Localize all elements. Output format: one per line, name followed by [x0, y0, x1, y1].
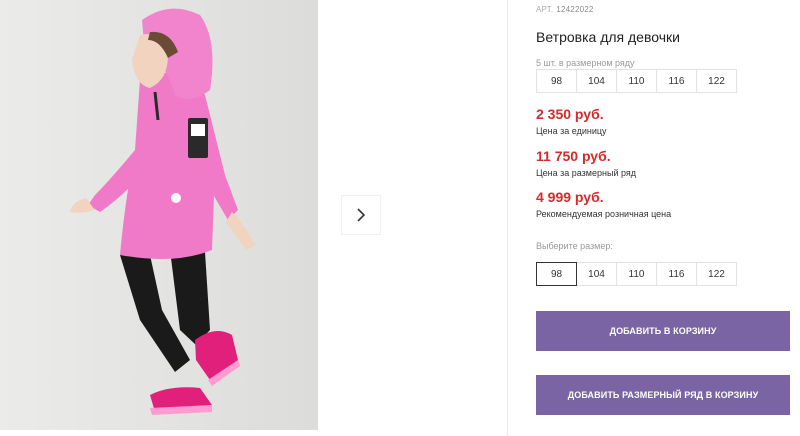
sku-label: АРТ. [536, 5, 554, 14]
add-size-row-to-cart-button[interactable]: ДОБАВИТЬ РАЗМЕРНЫЙ РЯД В КОРЗИНУ [536, 375, 790, 415]
size-row-price: 11 750 руб. [536, 148, 611, 164]
size-row-item: 98 [536, 69, 577, 93]
size-option-116[interactable]: 116 [656, 262, 697, 286]
size-row-item: 122 [696, 69, 737, 93]
size-row-item: 104 [576, 69, 617, 93]
size-option-110[interactable]: 110 [616, 262, 657, 286]
product-photo[interactable] [0, 0, 318, 430]
product-title: Ветровка для девочки [536, 29, 680, 45]
size-row-item: 116 [656, 69, 697, 93]
unit-price: 2 350 руб. [536, 106, 604, 122]
size-row-price-label: Цена за размерный ряд [536, 168, 637, 178]
choose-size-label: Выберите размер: [536, 241, 613, 251]
sku: АРТ. 12422022 [536, 5, 594, 14]
chevron-right-icon [357, 208, 366, 222]
size-option-98[interactable]: 98 [536, 262, 577, 286]
size-row-item: 110 [616, 69, 657, 93]
retail-price: 4 999 руб. [536, 189, 604, 205]
sku-value: 12422022 [556, 5, 594, 14]
size-row-list: 98 104 110 116 122 [536, 69, 737, 93]
size-picker: 98 104 110 116 122 [536, 262, 737, 286]
retail-price-label: Рекомендуемая розничная цена [536, 209, 672, 219]
size-option-122[interactable]: 122 [696, 262, 737, 286]
unit-price-label: Цена за единицу [536, 126, 607, 136]
product-details: АРТ. 12422022 Ветровка для девочки 5 шт. … [508, 0, 800, 436]
next-image-button[interactable] [342, 196, 380, 234]
product-gallery [0, 0, 508, 436]
girl-in-pink-jacket-illustration [0, 0, 318, 430]
size-option-104[interactable]: 104 [576, 262, 617, 286]
size-row-note: 5 шт. в размерном ряду [536, 58, 635, 68]
add-to-cart-button[interactable]: ДОБАВИТЬ В КОРЗИНУ [536, 311, 790, 351]
